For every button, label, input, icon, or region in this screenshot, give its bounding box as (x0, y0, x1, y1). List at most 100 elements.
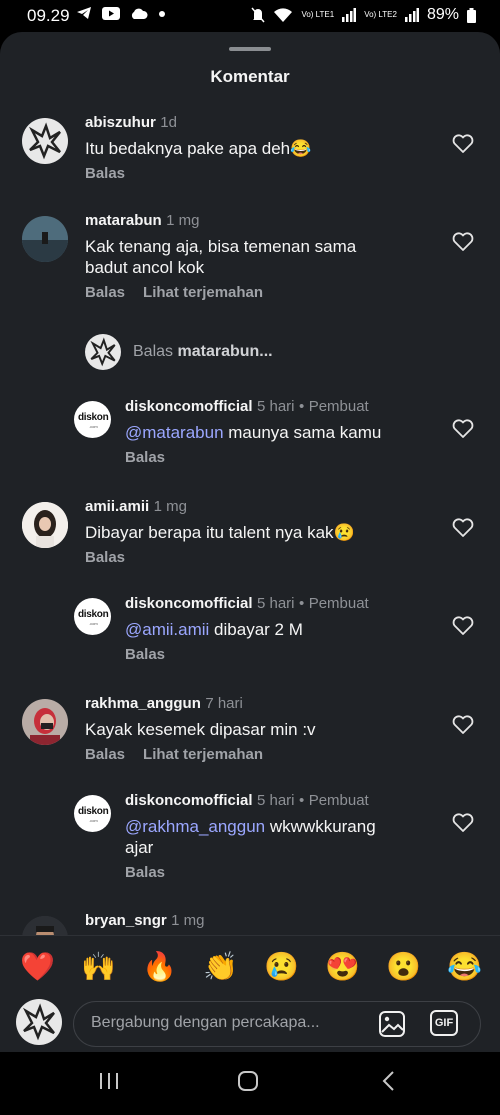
comment-text-line2: ajar (125, 838, 154, 857)
comment-text: Itu bedaknya pake apa deh😂 (85, 139, 312, 158)
comment-username[interactable]: amii.amii (85, 498, 149, 515)
comment-text-line2: badut ancol kok (85, 258, 205, 277)
my-avatar (85, 334, 121, 370)
avatar[interactable] (22, 216, 68, 262)
battery-percent: 89% (426, 6, 459, 23)
reply-button[interactable]: Balas (125, 864, 165, 881)
comment: matarabun 1 mg Kak tenang aja, bisa teme… (85, 212, 356, 301)
sheet-title: Komentar (210, 67, 290, 86)
gif-icon[interactable]: GIF (430, 1010, 458, 1036)
comment-time: 5 hari (256, 595, 295, 612)
comment: rakhma_anggun 7 hari Kayak kesemek dipas… (85, 695, 316, 763)
heart-icon[interactable] (452, 813, 474, 833)
reply-prompt-target: matarabun... (177, 343, 273, 360)
reply-comment: diskoncomofficial 5 hari • Pembuat @rakh… (125, 792, 376, 881)
diskon-logo-sub: .com (89, 818, 98, 823)
image-icon[interactable] (378, 1010, 406, 1038)
mention-link[interactable]: @rakhma_anggun (125, 817, 265, 836)
comment-time: 1d (160, 114, 177, 131)
heart-icon[interactable] (452, 419, 474, 439)
signal-icon (342, 8, 357, 22)
drag-handle[interactable] (229, 47, 271, 51)
my-avatar (16, 999, 62, 1045)
comment-username[interactable]: diskoncomofficial (125, 792, 253, 809)
network-lte1: Vo) LTE1 (301, 10, 335, 19)
reply-button[interactable]: Balas (125, 646, 165, 663)
reply-prompt-prefix: Balas (133, 343, 174, 360)
emoji-surprised[interactable]: 😮 (386, 950, 421, 983)
comment-text-line1: Kak tenang aja, bisa temenan sama (85, 237, 357, 256)
status-right: Vo) LTE1 Vo) LTE2 89% (251, 6, 476, 24)
reply-button[interactable]: Balas (125, 449, 165, 466)
diskon-logo-sub: .com (89, 621, 98, 626)
signal-icon (404, 8, 419, 22)
diskon-logo-text: diskon (78, 412, 109, 423)
mention-link[interactable]: @matarabun (125, 423, 224, 442)
comment-username[interactable]: rakhma_anggun (85, 695, 201, 712)
mention-link[interactable]: @amii.amii (125, 620, 209, 639)
youtube-icon (102, 7, 121, 20)
avatar[interactable] (22, 699, 68, 745)
comment-username[interactable]: diskoncomofficial (125, 595, 253, 612)
heart-icon[interactable] (452, 232, 474, 252)
comment-time: 1 mg (171, 912, 205, 929)
heart-icon[interactable] (452, 715, 474, 735)
system-nav-bar (0, 1052, 500, 1115)
comment-username[interactable]: bryan_sngr (85, 912, 167, 929)
home-icon[interactable] (237, 1070, 259, 1092)
reply-button[interactable]: Balas (85, 746, 125, 763)
emoji-crying[interactable]: 😢 (264, 950, 299, 983)
comment-input-row: Bergabung dengan percakapa... GIF (0, 999, 500, 1052)
notification-icons (76, 6, 165, 23)
creator-badge: Pembuat (308, 792, 369, 809)
comment-text: dibayar 2 M (209, 620, 303, 639)
back-icon[interactable] (380, 1070, 398, 1092)
comment-text: maunya sama kamu (223, 423, 382, 442)
avatar[interactable] (22, 118, 68, 164)
comment-username[interactable]: abiszuhur (85, 114, 156, 131)
reply-comment: diskoncomofficial 5 hari • Pembuat @mata… (125, 398, 382, 466)
recent-apps-icon[interactable] (98, 1070, 120, 1092)
emoji-laughing[interactable]: 😂 (447, 950, 482, 983)
comment-username[interactable]: matarabun (85, 212, 162, 229)
mute-icon (251, 7, 266, 23)
reply-button[interactable]: Balas (85, 549, 125, 566)
emoji-fire[interactable]: 🔥 (142, 950, 177, 983)
emoji-clap[interactable]: 👏 (203, 950, 238, 983)
heart-icon[interactable] (452, 616, 474, 636)
avatar[interactable]: diskon .com (74, 795, 111, 832)
comment-time: 7 hari (205, 695, 243, 712)
reply-button[interactable]: Balas (85, 284, 125, 301)
creator-badge: Pembuat (308, 398, 369, 415)
emoji-bar: ❤️ 🙌 🔥 👏 😢 😍 😮 😂 (0, 935, 500, 1000)
comment: amii.amii 1 mg Dibayar berapa itu talent… (85, 498, 355, 566)
translate-button[interactable]: Lihat terjemahan (143, 284, 263, 301)
cloud-icon (132, 8, 148, 19)
status-bar: 09.29 Vo) LTE1 Vo) LTE2 89% (0, 0, 500, 32)
network-lte2: Vo) LTE2 (364, 10, 397, 19)
reply-button[interactable]: Balas (85, 165, 125, 182)
avatar[interactable]: diskon .com (74, 598, 111, 635)
emoji-raised-hands[interactable]: 🙌 (81, 950, 116, 983)
heart-icon[interactable] (452, 134, 474, 154)
comment-input[interactable]: Bergabung dengan percakapa... GIF (73, 1001, 481, 1047)
comment-text: Kayak kesemek dipasar min :v (85, 720, 316, 739)
diskon-logo-sub: .com (89, 424, 98, 429)
avatar[interactable] (22, 502, 68, 548)
status-time: 09.29 (27, 6, 70, 25)
diskon-logo-text: diskon (78, 609, 109, 620)
comments-sheet: Komentar abiszuhur 1d Itu bedaknya pake … (0, 32, 500, 1052)
reply-prompt[interactable]: Balas matarabun... (85, 334, 273, 370)
comment-username[interactable]: diskoncomofficial (125, 398, 253, 415)
comment: bryan_sngr 1 mg (85, 912, 205, 930)
comment-time: 5 hari (256, 398, 295, 415)
comment-text: Dibayar berapa itu talent nya kak😢 (85, 523, 355, 542)
wifi-icon (274, 8, 293, 22)
emoji-heart[interactable]: ❤️ (20, 950, 55, 983)
diskon-logo-text: diskon (78, 806, 109, 817)
emoji-heart-eyes[interactable]: 😍 (325, 950, 360, 983)
translate-button[interactable]: Lihat terjemahan (143, 746, 263, 763)
avatar[interactable]: diskon .com (74, 401, 111, 438)
comment-text: wkwwkkurang (265, 817, 376, 836)
heart-icon[interactable] (452, 518, 474, 538)
